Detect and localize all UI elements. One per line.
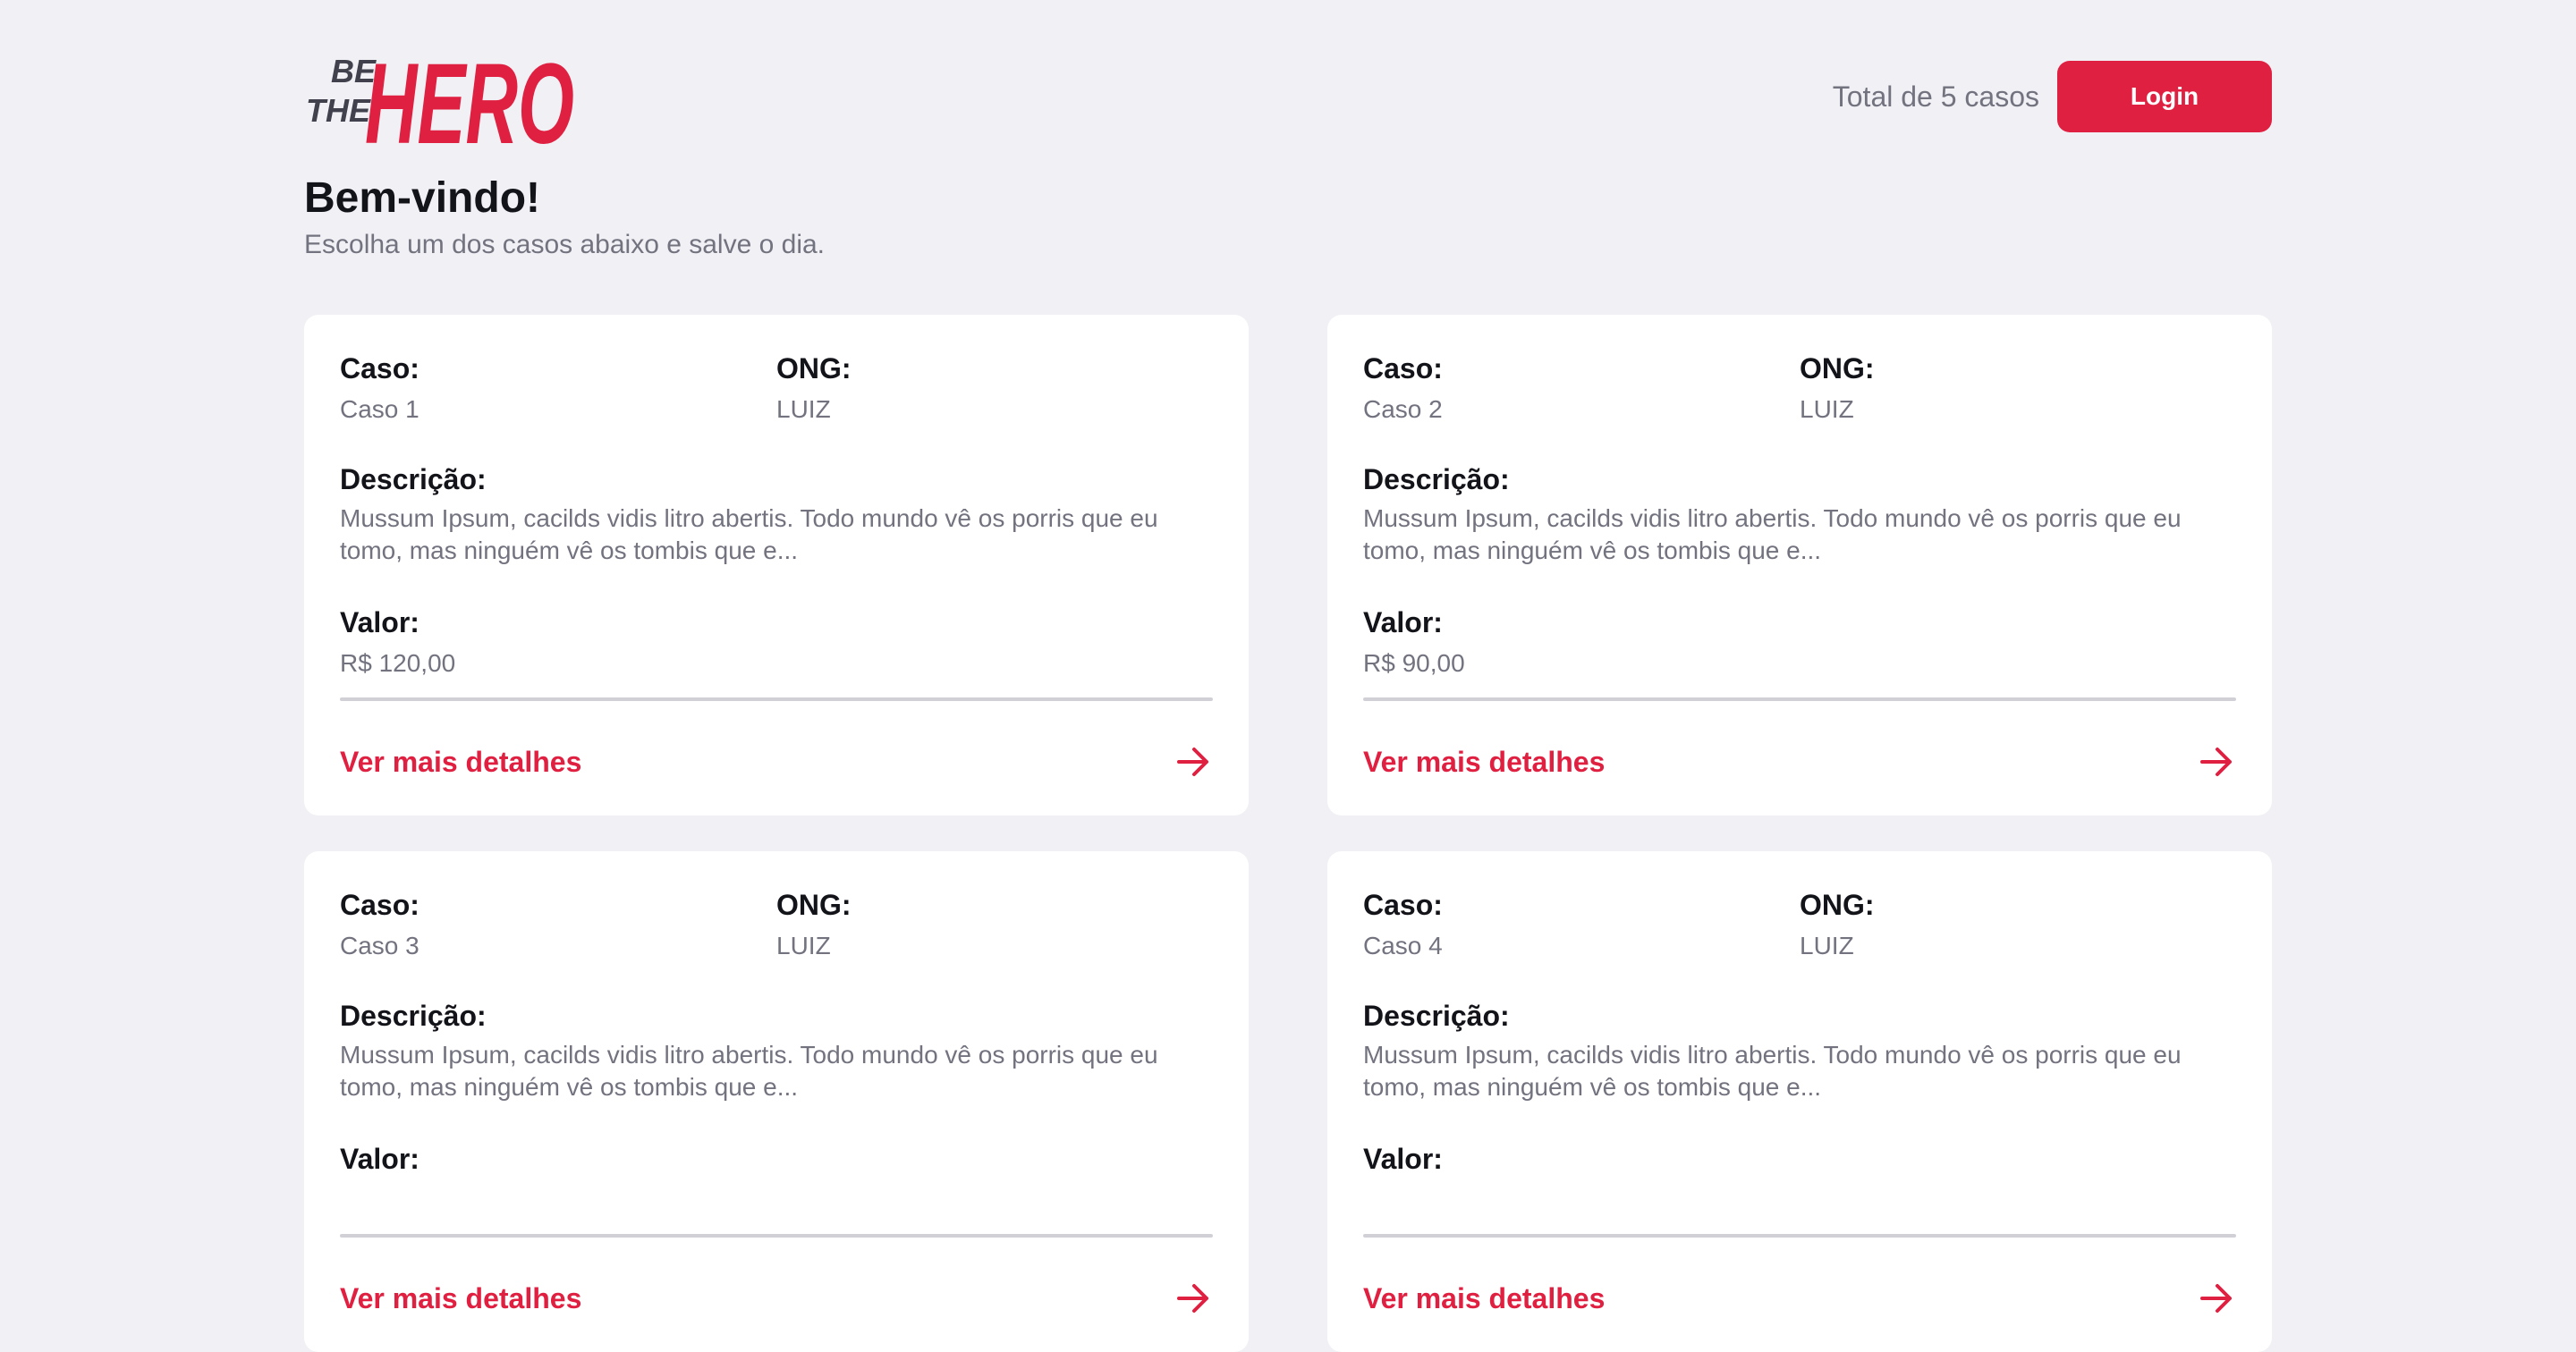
- details-link[interactable]: Ver mais detalhes: [1363, 1272, 2236, 1325]
- card-divider: [1363, 1234, 2236, 1238]
- cases-list: Caso: Caso 1 ONG: LUIZ Descrição: Mussum…: [304, 315, 2272, 1352]
- value-amount: R$ 90,00: [1363, 649, 1465, 677]
- ong-label: ONG:: [776, 352, 852, 384]
- ong-name: LUIZ: [776, 932, 831, 959]
- ong-field: ONG: LUIZ: [776, 887, 1213, 964]
- case-card: Caso: Caso 1 ONG: LUIZ Descrição: Mussum…: [304, 315, 1249, 815]
- case-header-row: Caso: Caso 2 ONG: LUIZ: [1363, 351, 2236, 427]
- be-the-hero-logo: BE THE HERO: [304, 32, 576, 154]
- case-title: Caso 3: [340, 932, 419, 959]
- arrow-right-icon: [1177, 1284, 1208, 1313]
- case-card: Caso: Caso 4 ONG: LUIZ Descrição: Mussum…: [1327, 851, 2272, 1352]
- case-label: Caso:: [340, 352, 419, 384]
- description-field: Descrição: Mussum Ipsum, cacilds vidis l…: [340, 998, 1213, 1103]
- case-field: Caso: Caso 2: [1363, 351, 1800, 427]
- login-button[interactable]: Login: [2057, 61, 2272, 132]
- description-field: Descrição: Mussum Ipsum, cacilds vidis l…: [1363, 998, 2236, 1103]
- value-field: Valor: R$ 120,00: [340, 604, 1213, 681]
- description-text: Mussum Ipsum, cacilds vidis litro aberti…: [1363, 504, 2182, 564]
- details-link-label: Ver mais detalhes: [1363, 745, 1606, 778]
- value-label: Valor:: [1363, 1143, 1443, 1175]
- ong-label: ONG:: [1800, 889, 1875, 921]
- case-card: Caso: Caso 3 ONG: LUIZ Descrição: Mussum…: [304, 851, 1249, 1352]
- ong-field: ONG: LUIZ: [1800, 351, 2236, 427]
- description-label: Descrição:: [340, 1000, 487, 1032]
- value-field: Valor:: [340, 1141, 1213, 1182]
- total-cases-count: Total de 5 casos: [1832, 80, 2039, 113]
- case-label: Caso:: [1363, 352, 1443, 384]
- case-label: Caso:: [340, 889, 419, 921]
- details-link-label: Ver mais detalhes: [340, 745, 582, 778]
- description-field: Descrição: Mussum Ipsum, cacilds vidis l…: [1363, 461, 2236, 567]
- case-title: Caso 2: [1363, 395, 1443, 423]
- case-field: Caso: Caso 3: [340, 887, 776, 964]
- description-text: Mussum Ipsum, cacilds vidis litro aberti…: [340, 504, 1158, 564]
- ong-field: ONG: LUIZ: [776, 351, 1213, 427]
- details-link-label: Ver mais detalhes: [340, 1281, 582, 1314]
- card-divider: [1363, 697, 2236, 701]
- case-field: Caso: Caso 1: [340, 351, 776, 427]
- page-container: BE THE HERO Total de 5 casos Login Bem-v…: [304, 0, 2272, 1352]
- ong-name: LUIZ: [1800, 932, 1854, 959]
- ong-label: ONG:: [776, 889, 852, 921]
- case-title: Caso 4: [1363, 932, 1443, 959]
- case-header-row: Caso: Caso 3 ONG: LUIZ: [340, 887, 1213, 964]
- value-label: Valor:: [1363, 606, 1443, 638]
- value-label: Valor:: [340, 606, 419, 638]
- page-subtitle: Escolha um dos casos abaixo e salve o di…: [304, 230, 825, 259]
- card-divider: [340, 1234, 1213, 1238]
- value-label: Valor:: [340, 1143, 419, 1175]
- arrow-right-icon: [2200, 748, 2232, 776]
- header-actions: Total de 5 casos Login: [1833, 61, 2272, 132]
- details-link-label: Ver mais detalhes: [1363, 1281, 1606, 1314]
- logo-the-text: THE: [306, 92, 371, 129]
- welcome-section: Bem-vindo! Escolha um dos casos abaixo e…: [304, 172, 825, 263]
- details-link[interactable]: Ver mais detalhes: [340, 735, 1213, 789]
- ong-label: ONG:: [1800, 352, 1875, 384]
- page-title: Bem-vindo!: [304, 174, 540, 222]
- logo-hero-text: HERO: [365, 40, 574, 154]
- description-label: Descrição:: [1363, 1000, 1510, 1032]
- arrow-right-icon: [1177, 748, 1208, 776]
- page-header: BE THE HERO Total de 5 casos Login: [304, 0, 2272, 170]
- arrow-right-icon: [2200, 1284, 2232, 1313]
- ong-name: LUIZ: [776, 395, 831, 423]
- value-field: Valor:: [1363, 1141, 2236, 1182]
- details-link[interactable]: Ver mais detalhes: [1363, 735, 2236, 789]
- description-text: Mussum Ipsum, cacilds vidis litro aberti…: [340, 1041, 1158, 1101]
- case-card: Caso: Caso 2 ONG: LUIZ Descrição: Mussum…: [1327, 315, 2272, 815]
- case-title: Caso 1: [340, 395, 419, 423]
- description-label: Descrição:: [1363, 463, 1510, 495]
- ong-name: LUIZ: [1800, 395, 1854, 423]
- details-link[interactable]: Ver mais detalhes: [340, 1272, 1213, 1325]
- case-label: Caso:: [1363, 889, 1443, 921]
- case-header-row: Caso: Caso 1 ONG: LUIZ: [340, 351, 1213, 427]
- description-field: Descrição: Mussum Ipsum, cacilds vidis l…: [340, 461, 1213, 567]
- case-field: Caso: Caso 4: [1363, 887, 1800, 964]
- value-amount: R$ 120,00: [340, 649, 456, 677]
- case-header-row: Caso: Caso 4 ONG: LUIZ: [1363, 887, 2236, 964]
- value-field: Valor: R$ 90,00: [1363, 604, 2236, 681]
- card-divider: [340, 697, 1213, 701]
- ong-field: ONG: LUIZ: [1800, 887, 2236, 964]
- description-label: Descrição:: [340, 463, 487, 495]
- description-text: Mussum Ipsum, cacilds vidis litro aberti…: [1363, 1041, 2182, 1101]
